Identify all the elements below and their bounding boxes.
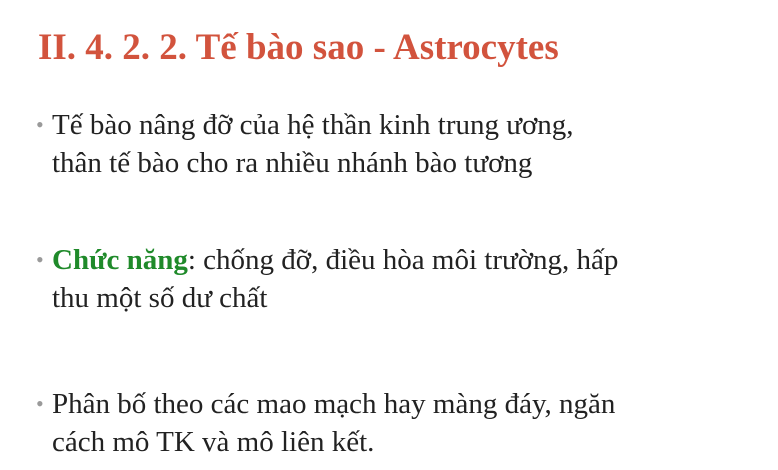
bullet-line-2: thu một số dư chất <box>52 282 268 314</box>
bullet-marker: • <box>36 247 44 272</box>
bullet-marker: • <box>36 391 44 416</box>
bullet-line-2: thân tế bào cho ra nhiều nhánh bào tương <box>52 147 533 179</box>
slide-title: II. 4. 2. 2. Tế bào sao - Astrocytes <box>38 27 559 68</box>
bullet-text: Tế bào nâng đỡ của hệ thần kinh trung ươ… <box>52 106 756 182</box>
bullet-highlight-term: Chức năng <box>52 244 188 276</box>
bullet-item-3: • Phân bố theo các mao mạch hay màng đáy… <box>36 385 756 461</box>
bullet-line-1: Tế bào nâng đỡ của hệ thần kinh trung ươ… <box>52 109 574 141</box>
bullet-line-1: Phân bố theo các mao mạch hay màng đáy, … <box>52 388 616 420</box>
slide: II. 4. 2. 2. Tế bào sao - Astrocytes • T… <box>0 0 778 470</box>
bullet-marker: • <box>36 112 44 137</box>
bullet-text: Phân bố theo các mao mạch hay màng đáy, … <box>52 385 756 461</box>
bullet-line-2: cách mô TK và mô liên kết. <box>52 426 375 458</box>
bullet-item-1: • Tế bào nâng đỡ của hệ thần kinh trung … <box>36 106 756 182</box>
bullet-line-1: : chống đỡ, điều hòa môi trường, hấp <box>187 244 619 276</box>
bullet-item-2: • Chức năng: chống đỡ, điều hòa môi trườ… <box>36 241 756 317</box>
bullet-text: Chức năng: chống đỡ, điều hòa môi trường… <box>52 241 756 317</box>
